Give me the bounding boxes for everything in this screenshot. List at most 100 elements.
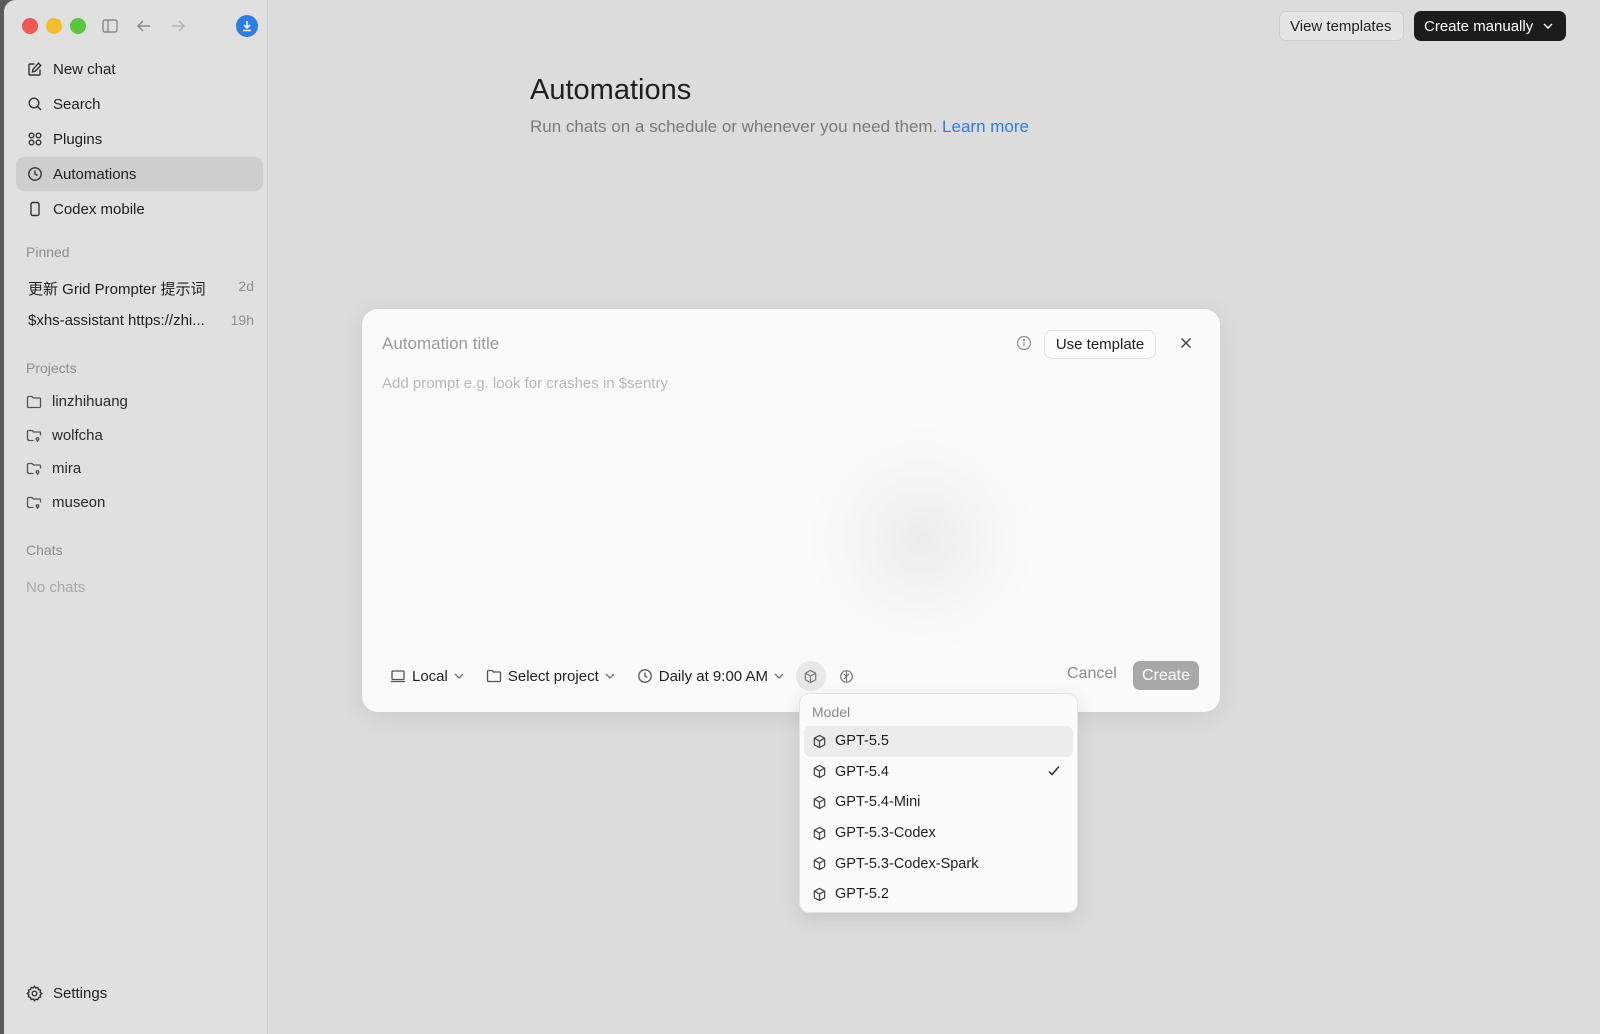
cube-icon	[813, 887, 826, 902]
back-arrow-icon[interactable]	[134, 16, 154, 36]
clock-icon	[637, 669, 652, 683]
no-chats-text: No chats	[26, 579, 86, 596]
sidebar-item-search[interactable]: Search	[16, 87, 263, 121]
projects-section-label: Projects	[26, 360, 77, 376]
create-button[interactable]: Create	[1133, 661, 1199, 690]
page-subtitle: Run chats on a schedule or whenever you …	[530, 117, 1029, 137]
minimize-window-button[interactable]	[46, 18, 62, 34]
sidebar-nav: New chat Search Plugins Automations Code…	[16, 52, 263, 227]
laptop-icon	[390, 670, 406, 683]
app-window: New chat Search Plugins Automations Code…	[4, 0, 1600, 1034]
gear-icon	[26, 985, 43, 1002]
model-option-label: GPT-5.3-Codex-Spark	[835, 855, 979, 872]
automation-prompt-input[interactable]	[382, 375, 1182, 635]
info-icon[interactable]	[1016, 335, 1032, 356]
model-option-gpt-5-4[interactable]: GPT-5.4	[804, 757, 1073, 788]
create-manually-button[interactable]: Create manually	[1414, 11, 1566, 41]
folder-icon	[486, 669, 502, 683]
model-option-gpt-5-3-codex-spark[interactable]: GPT-5.3-Codex-Spark	[804, 848, 1073, 879]
modal-toolbar: Local Select project Daily at 9:00 AM	[390, 661, 862, 691]
sidebar-item-label: New chat	[53, 60, 116, 78]
sidebar-item-label: Plugins	[53, 130, 103, 148]
pinned-chat-age: 19h	[230, 312, 254, 328]
model-select-button[interactable]	[795, 661, 826, 691]
learn-more-link[interactable]: Learn more	[942, 117, 1029, 136]
model-option-gpt-5-3-codex[interactable]: GPT-5.3-Codex	[804, 818, 1073, 849]
page-subtitle-text: Run chats on a schedule or whenever you …	[530, 117, 938, 136]
project-item-wolfcha[interactable]: wolfcha	[26, 427, 103, 444]
pinned-chat-item[interactable]: $xhs-assistant https://zhi... 19h	[28, 312, 254, 329]
environment-select[interactable]: Local	[390, 661, 464, 691]
close-icon[interactable]	[1180, 336, 1192, 354]
git-folder-icon	[26, 496, 42, 509]
chevron-down-icon	[1543, 23, 1553, 29]
sidebar-item-new-chat[interactable]: New chat	[16, 52, 263, 86]
model-option-label: GPT-5.2	[835, 886, 889, 903]
project-select[interactable]: Select project	[486, 661, 615, 691]
project-item-mira[interactable]: mira	[26, 460, 81, 477]
project-item-museon[interactable]: museon	[26, 494, 105, 511]
folder-icon	[26, 395, 42, 408]
project-name: mira	[52, 460, 82, 477]
project-value: Select project	[507, 667, 599, 685]
create-automation-modal: Use template Local Select project Daily …	[362, 309, 1220, 712]
model-option-label: GPT-5.4-Mini	[835, 794, 921, 811]
project-name: museon	[52, 494, 106, 511]
search-icon	[28, 97, 42, 111]
sidebar-item-label: Codex mobile	[53, 200, 145, 218]
reasoning-select-button[interactable]	[832, 661, 862, 691]
download-update-icon[interactable]	[236, 15, 258, 37]
model-option-gpt-5-2[interactable]: GPT-5.2	[804, 879, 1073, 910]
sidebar-item-label: Search	[53, 95, 101, 113]
model-option-label: GPT-5.5	[835, 733, 889, 750]
chevron-down-icon	[774, 673, 784, 679]
model-menu-header: Model	[812, 704, 851, 720]
cube-icon	[813, 856, 826, 871]
settings-label: Settings	[53, 985, 108, 1002]
cube-icon	[813, 734, 826, 749]
compose-icon	[28, 62, 42, 76]
grid-icon	[28, 132, 42, 146]
chevron-down-icon	[454, 673, 464, 679]
sidebar: New chat Search Plugins Automations Code…	[4, 0, 268, 1034]
sidebar-toggle-icon[interactable]	[100, 16, 120, 36]
chats-section-label: Chats	[26, 542, 63, 558]
schedule-value: Daily at 9:00 AM	[658, 667, 768, 685]
model-option-label: GPT-5.3-Codex	[835, 825, 936, 842]
project-name: linzhihuang	[52, 393, 128, 410]
environment-value: Local	[412, 667, 448, 685]
sidebar-item-plugins[interactable]: Plugins	[16, 122, 263, 156]
window-controls	[22, 18, 86, 34]
cube-icon	[813, 765, 826, 779]
cube-icon	[805, 669, 817, 683]
project-item-linzhihuang[interactable]: linzhihuang	[26, 393, 128, 410]
pinned-chat-item[interactable]: 更新 Grid Prompter 提示词 2d	[28, 278, 254, 299]
pinned-chat-title: $xhs-assistant https://zhi...	[28, 312, 205, 329]
forward-arrow-icon[interactable]	[168, 16, 188, 36]
settings-button[interactable]: Settings	[26, 985, 107, 1002]
model-option-gpt-5-5[interactable]: GPT-5.5	[804, 726, 1073, 757]
project-name: wolfcha	[52, 427, 103, 444]
sidebar-item-automations[interactable]: Automations	[16, 157, 263, 191]
sidebar-item-label: Automations	[53, 165, 137, 183]
use-template-button[interactable]: Use template	[1044, 330, 1156, 359]
pinned-chat-age: 2d	[238, 278, 254, 294]
git-folder-icon	[26, 429, 42, 442]
schedule-select[interactable]: Daily at 9:00 AM	[637, 661, 784, 691]
cancel-button[interactable]: Cancel	[1067, 665, 1117, 683]
model-option-gpt-5-4-mini[interactable]: GPT-5.4-Mini	[804, 787, 1073, 818]
maximize-window-button[interactable]	[70, 18, 86, 34]
page-title: Automations	[530, 74, 692, 106]
chevron-down-icon	[605, 673, 615, 679]
cube-icon	[813, 795, 826, 810]
model-option-label: GPT-5.4	[835, 763, 889, 780]
close-window-button[interactable]	[22, 18, 38, 34]
view-templates-button[interactable]: View templates	[1279, 11, 1404, 41]
brain-icon	[840, 669, 854, 683]
pinned-chat-title: 更新 Grid Prompter 提示词	[28, 281, 206, 298]
phone-icon	[30, 201, 40, 217]
model-dropdown-menu: Model GPT-5.5 GPT-5.4 GPT-5.4-Mini GPT-5…	[799, 693, 1078, 913]
automation-title-input[interactable]	[382, 334, 982, 354]
pinned-section-label: Pinned	[26, 244, 70, 260]
sidebar-item-codex-mobile[interactable]: Codex mobile	[16, 192, 263, 226]
